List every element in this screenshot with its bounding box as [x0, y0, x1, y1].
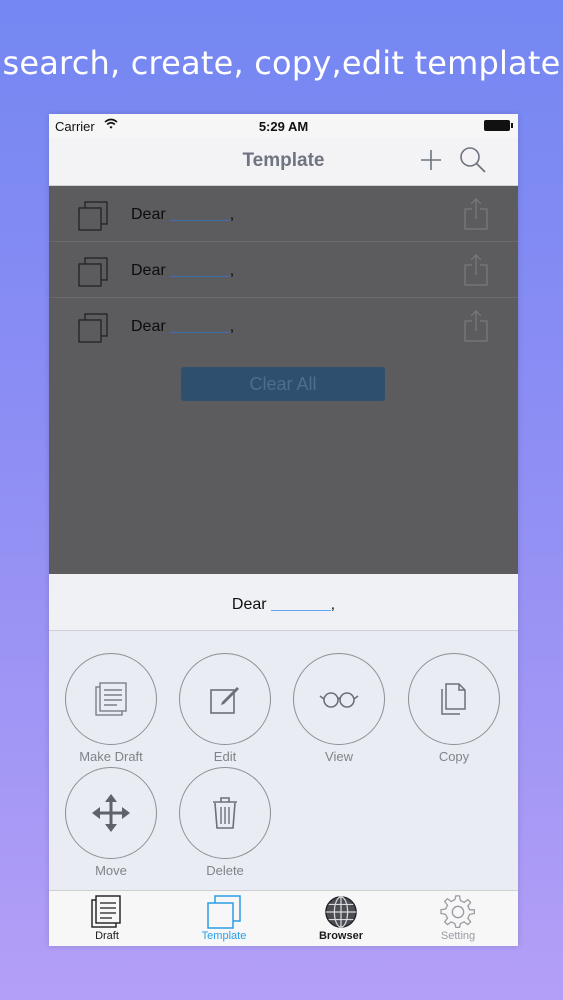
gear-icon	[440, 895, 475, 929]
share-icon[interactable]	[463, 310, 489, 342]
make-draft-label: Make Draft	[79, 749, 143, 764]
draft-icon	[91, 895, 121, 928]
copy-icon	[441, 683, 466, 715]
clear-all-button[interactable]: Clear All	[181, 367, 385, 401]
tab-browser[interactable]: Browser	[301, 895, 381, 942]
list-item[interactable]: Dear,	[49, 242, 518, 298]
share-icon[interactable]	[463, 254, 489, 286]
make-draft-circle[interactable]	[65, 653, 157, 745]
move-button[interactable]: Move	[56, 767, 166, 878]
tab-setting[interactable]: Setting	[418, 895, 498, 942]
tab-template-label: Template	[201, 930, 247, 942]
battery-icon	[484, 120, 513, 131]
glasses-icon	[319, 692, 359, 708]
view-button[interactable]: View	[284, 653, 394, 764]
copy-button[interactable]: Copy	[399, 653, 509, 764]
tab-draft[interactable]: Draft	[67, 895, 147, 942]
status-bar: Carrier 5:29 AM	[49, 114, 518, 138]
template-icon	[207, 895, 241, 929]
copy-circle[interactable]	[408, 653, 500, 745]
list-item[interactable]: Dear,	[49, 298, 518, 354]
trash-icon	[213, 797, 237, 829]
tab-setting-label: Setting	[440, 930, 476, 942]
edit-circle[interactable]	[179, 653, 271, 745]
phone-screen: Carrier 5:29 AM Template Dear, Dear , De…	[49, 114, 518, 946]
tab-template[interactable]: Template	[184, 895, 264, 942]
tab-draft-label: Draft	[95, 930, 119, 942]
template-text: Dear,	[131, 206, 235, 223]
delete-button[interactable]: Delete	[170, 767, 280, 878]
template-list: Dear, Dear, Dear,	[49, 186, 518, 354]
tab-browser-label: Browser	[318, 930, 364, 942]
search-icon[interactable]	[459, 146, 487, 174]
page-title: Template	[242, 150, 325, 171]
globe-icon	[325, 896, 357, 928]
edit-button[interactable]: Edit	[170, 653, 280, 764]
clock: 5:29 AM	[258, 119, 309, 134]
document-icon	[95, 682, 127, 716]
copy-icon[interactable]	[77, 200, 109, 232]
delete-circle[interactable]	[179, 767, 271, 859]
template-text: Dear,	[131, 318, 235, 335]
pencil-square-icon	[210, 687, 239, 714]
edit-label: Edit	[213, 749, 237, 764]
add-icon[interactable]	[419, 148, 443, 172]
tab-bar: Draft Template Browser Setting	[49, 890, 518, 946]
move-circle[interactable]	[65, 767, 157, 859]
move-label: Move	[95, 863, 127, 878]
copy-label: Copy	[438, 749, 470, 764]
delete-label: Delete	[206, 863, 244, 878]
copy-icon[interactable]	[77, 256, 109, 288]
navigation-bar: Template	[49, 138, 518, 186]
make-draft-button[interactable]: Make Draft	[56, 653, 166, 764]
view-circle[interactable]	[293, 653, 385, 745]
list-item[interactable]: Dear,	[49, 186, 518, 242]
promo-headline: search, create, copy,edit template	[2, 44, 561, 82]
copy-icon[interactable]	[77, 312, 109, 344]
move-arrows-icon	[92, 794, 130, 832]
view-label: View	[325, 749, 353, 764]
share-icon[interactable]	[463, 198, 489, 230]
action-sheet: Dear, Make Draft Edit View Copy Move Del…	[49, 574, 518, 946]
template-text: Dear,	[131, 262, 235, 279]
sheet-title: Dear,	[49, 574, 518, 631]
